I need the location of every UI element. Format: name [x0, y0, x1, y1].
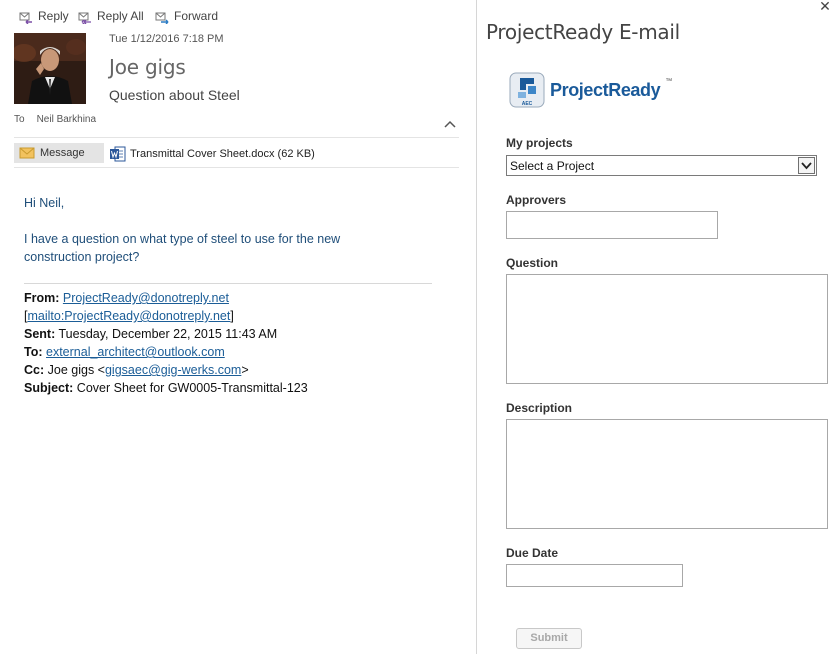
message-tab[interactable]: Message [14, 143, 104, 163]
description-textarea[interactable] [506, 419, 828, 529]
cc-close: > [241, 363, 249, 377]
due-date-input[interactable] [506, 564, 683, 587]
project-select-value: Select a Project [510, 159, 595, 173]
forwarded-to-line: To: external_architect@outlook.com [24, 343, 225, 361]
forward-button[interactable]: Forward [153, 7, 218, 25]
forwarded-cc-line: Cc: Joe gigs <gigsaec@gig-werks.com> [24, 361, 249, 379]
sender-avatar [14, 33, 86, 104]
header-divider [14, 137, 459, 138]
approvers-label: Approvers [506, 193, 567, 207]
subject-value: Cover Sheet for GW0005-Transmittal-123 [76, 381, 308, 395]
submit-button[interactable]: Submit [516, 628, 582, 649]
to-label: To: [24, 345, 43, 359]
from-label: From: [24, 291, 60, 305]
reply-label: Reply [38, 9, 69, 23]
sender-name[interactable]: Joe gigs [109, 55, 186, 79]
word-document-icon [110, 146, 126, 161]
chevron-down-icon [801, 162, 812, 170]
forward-icon [155, 12, 169, 24]
message-tab-label: Message [40, 147, 85, 159]
mailto-link[interactable]: mailto:ProjectReady@donotreply.net [27, 309, 230, 323]
logo-badge: AEC [522, 101, 533, 107]
sent-label: Sent: [24, 327, 56, 341]
approvers-input[interactable] [506, 211, 718, 239]
due-date-label: Due Date [506, 546, 559, 560]
project-select[interactable]: Select a Project [506, 155, 817, 176]
mailto-close-bracket: ] [230, 309, 234, 323]
to-prefix: To [14, 114, 25, 125]
reply-all-button[interactable]: Reply All [76, 7, 144, 25]
email-date: Tue 1/12/2016 7:18 PM [109, 33, 224, 45]
forwarded-divider [24, 283, 432, 284]
question-textarea[interactable] [506, 274, 828, 384]
to-email-link[interactable]: external_architect@outlook.com [46, 345, 225, 359]
projectready-logo: AEC ProjectReady ™ [509, 72, 672, 108]
attachment-item[interactable]: Transmittal Cover Sheet.docx (62 KB) [110, 145, 315, 162]
select-arrow[interactable] [798, 157, 815, 174]
to-recipient[interactable]: Neil Barkhina [37, 114, 96, 125]
email-body: I have a question on what type of steel … [24, 232, 341, 264]
question-label: Question [506, 256, 559, 270]
email-greeting: Hi Neil, [24, 196, 65, 210]
reply-all-label: Reply All [97, 9, 144, 23]
forward-label: Forward [174, 9, 219, 23]
recipients-row: To Neil Barkhina [14, 114, 96, 125]
from-email-link[interactable]: ProjectReady@donotreply.net [63, 291, 229, 305]
subject-label: Subject: [24, 381, 74, 395]
attachment-name: Transmittal Cover Sheet.docx (62 KB) [130, 147, 315, 160]
logo-trademark: ™ [665, 78, 673, 85]
description-label: Description [506, 401, 573, 415]
reply-icon [19, 12, 32, 24]
cc-name: Joe gigs < [47, 363, 105, 377]
projectready-addin-pane: ✕ ProjectReady E-mail AEC ProjectReady ™… [477, 0, 834, 654]
attachment-divider [14, 167, 459, 168]
logo-wordmark: ProjectReady [550, 79, 661, 100]
forwarded-from-line: From: ProjectReady@donotreply.net [24, 289, 229, 307]
reply-all-icon [78, 12, 91, 24]
my-projects-label: My projects [506, 136, 573, 150]
reply-button[interactable]: Reply [17, 7, 69, 25]
envelope-icon [19, 147, 35, 159]
sent-value: Tuesday, December 22, 2015 11:43 AM [58, 327, 278, 341]
forwarded-subject-line: Subject: Cover Sheet for GW0005-Transmit… [24, 379, 308, 397]
collapse-chevron-icon[interactable] [443, 119, 457, 129]
email-subject: Question about Steel [109, 87, 240, 103]
cc-label: Cc: [24, 363, 45, 377]
addin-title: ProjectReady E-mail [486, 20, 680, 44]
projectready-logo-icon: AEC [509, 72, 545, 108]
cc-email-link[interactable]: gigsaec@gig-werks.com [105, 363, 241, 377]
email-reading-pane: Reply Reply All Forward Tue 1/12/2016 7:… [0, 0, 476, 654]
close-icon[interactable]: ✕ [819, 0, 831, 13]
forwarded-mailto-line: [mailto:ProjectReady@donotreply.net] [24, 307, 234, 325]
forwarded-sent-line: Sent: Tuesday, December 22, 2015 11:43 A… [24, 325, 277, 343]
